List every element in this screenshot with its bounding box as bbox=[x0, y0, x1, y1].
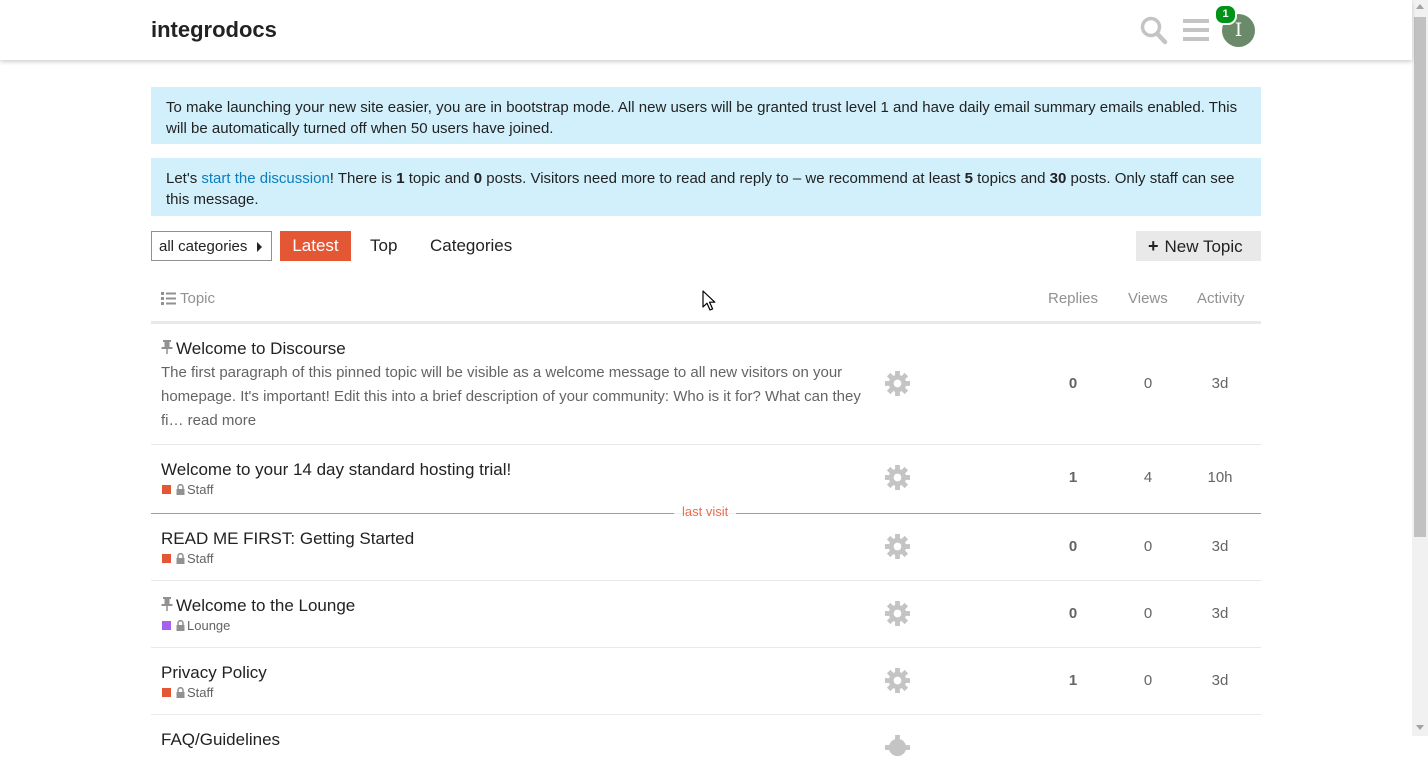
column-header-topic-label: Topic bbox=[180, 290, 216, 307]
activity-age[interactable]: 3d bbox=[1190, 538, 1250, 555]
pin-icon bbox=[161, 597, 173, 611]
page-scrollbar[interactable] bbox=[1412, 0, 1428, 736]
column-header-replies[interactable]: Replies bbox=[1048, 290, 1098, 307]
nav-latest[interactable]: Latest bbox=[280, 231, 351, 261]
nav-top[interactable]: Top bbox=[370, 231, 397, 261]
category-color-swatch bbox=[162, 554, 171, 563]
category-badge[interactable]: Staff bbox=[162, 482, 214, 497]
scroll-down-arrow-icon[interactable] bbox=[1416, 725, 1424, 730]
post-count: 0 bbox=[473, 170, 483, 187]
category-dropdown[interactable]: all categories bbox=[151, 231, 272, 261]
topic-excerpt: The first paragraph of this pinned topic… bbox=[161, 361, 869, 433]
gear-icon bbox=[884, 370, 911, 397]
caret-right-icon bbox=[257, 242, 262, 252]
category-dropdown-label: all categories bbox=[159, 238, 248, 255]
row-divider bbox=[151, 647, 1261, 648]
row-divider bbox=[151, 714, 1261, 715]
topic-title-link[interactable]: Welcome to your 14 day standard hosting … bbox=[161, 460, 511, 480]
notice-text: topics and bbox=[972, 170, 1050, 187]
reply-count[interactable]: 0 bbox=[1043, 605, 1103, 622]
topic-title-link[interactable]: Privacy Policy bbox=[161, 663, 267, 683]
category-name: Staff bbox=[187, 685, 214, 700]
topic-title-link[interactable]: Welcome to the Lounge bbox=[161, 596, 355, 616]
gear-icon bbox=[884, 533, 911, 560]
column-header-views[interactable]: Views bbox=[1128, 290, 1168, 307]
lock-icon bbox=[176, 484, 185, 495]
read-more-link[interactable]: read more bbox=[188, 412, 256, 429]
hamburger-menu-icon[interactable] bbox=[1183, 17, 1209, 43]
view-count: 0 bbox=[1143, 538, 1153, 555]
reply-count[interactable]: 1 bbox=[1043, 469, 1103, 486]
view-count: 4 bbox=[1143, 469, 1153, 486]
bootstrap-notice-text: To make launching your new site easier, … bbox=[166, 99, 1238, 137]
topic-title-link[interactable]: READ ME FIRST: Getting Started bbox=[161, 529, 414, 549]
list-icon bbox=[161, 292, 176, 305]
category-badge[interactable]: Staff bbox=[162, 685, 214, 700]
last-visit-label: last visit bbox=[674, 504, 737, 519]
row-divider bbox=[151, 580, 1261, 581]
notice-text: ! There is bbox=[329, 170, 397, 187]
notice-text: Let's bbox=[166, 170, 202, 187]
reply-count[interactable]: 0 bbox=[1043, 375, 1103, 392]
notice-text: topic and bbox=[404, 170, 474, 187]
scroll-up-arrow-icon[interactable] bbox=[1416, 4, 1424, 9]
gear-icon bbox=[884, 734, 911, 757]
category-name: Staff bbox=[187, 551, 214, 566]
notice-text: posts. Visitors need more to read and re… bbox=[482, 170, 965, 187]
start-discussion-notice: Let's start the discussion! There is 1 t… bbox=[151, 158, 1261, 216]
topic-title-link[interactable]: Welcome to Discourse bbox=[161, 339, 346, 359]
gear-icon bbox=[884, 464, 911, 491]
mouse-cursor-icon bbox=[702, 290, 716, 311]
notification-badge[interactable]: 1 bbox=[1214, 4, 1237, 25]
lock-icon bbox=[176, 553, 185, 564]
topic-count: 1 bbox=[396, 170, 405, 187]
view-count: 0 bbox=[1143, 672, 1153, 689]
category-badge[interactable]: Staff bbox=[162, 551, 214, 566]
topic-title-link[interactable]: FAQ/Guidelines bbox=[161, 730, 280, 750]
topic-title-text: Welcome to the Lounge bbox=[176, 596, 356, 615]
activity-age[interactable]: 3d bbox=[1190, 605, 1250, 622]
start-discussion-link[interactable]: start the discussion bbox=[201, 170, 329, 187]
activity-age[interactable]: 10h bbox=[1190, 469, 1250, 486]
category-color-swatch bbox=[162, 485, 171, 494]
topic-excerpt-text: The first paragraph of this pinned topic… bbox=[161, 364, 861, 429]
scrollbar-thumb[interactable] bbox=[1414, 17, 1426, 537]
site-title[interactable]: integrodocs bbox=[151, 17, 277, 43]
reply-count[interactable]: 1 bbox=[1043, 672, 1103, 689]
pin-icon bbox=[161, 340, 173, 354]
column-header-topic: Topic bbox=[161, 290, 215, 307]
category-name: Staff bbox=[187, 482, 214, 497]
new-topic-label: New Topic bbox=[1164, 237, 1243, 256]
topic-title-text: Welcome to Discourse bbox=[176, 339, 346, 358]
table-header-divider bbox=[151, 321, 1261, 324]
category-badge[interactable]: Lounge bbox=[162, 618, 230, 633]
gear-icon bbox=[884, 667, 911, 694]
nav-categories[interactable]: Categories bbox=[430, 231, 512, 261]
column-header-activity[interactable]: Activity bbox=[1197, 290, 1245, 307]
lock-icon bbox=[176, 620, 185, 631]
lock-icon bbox=[176, 687, 185, 698]
view-count: 0 bbox=[1143, 375, 1153, 392]
view-count: 0 bbox=[1143, 605, 1153, 622]
activity-age[interactable]: 3d bbox=[1190, 672, 1250, 689]
row-divider bbox=[151, 444, 1261, 445]
category-name: Lounge bbox=[187, 618, 231, 633]
search-icon[interactable] bbox=[1140, 16, 1168, 46]
recommended-topics: 5 bbox=[964, 170, 973, 187]
category-color-swatch bbox=[162, 621, 171, 630]
site-header: integrodocs I 1 bbox=[0, 0, 1412, 60]
bootstrap-mode-notice: To make launching your new site easier, … bbox=[151, 87, 1261, 144]
gear-icon bbox=[884, 600, 911, 627]
new-topic-button[interactable]: + New Topic bbox=[1136, 231, 1261, 261]
category-color-swatch bbox=[162, 688, 171, 697]
recommended-posts: 30 bbox=[1049, 170, 1067, 187]
activity-age[interactable]: 3d bbox=[1190, 375, 1250, 392]
plus-icon: + bbox=[1148, 236, 1159, 256]
reply-count[interactable]: 0 bbox=[1043, 538, 1103, 555]
